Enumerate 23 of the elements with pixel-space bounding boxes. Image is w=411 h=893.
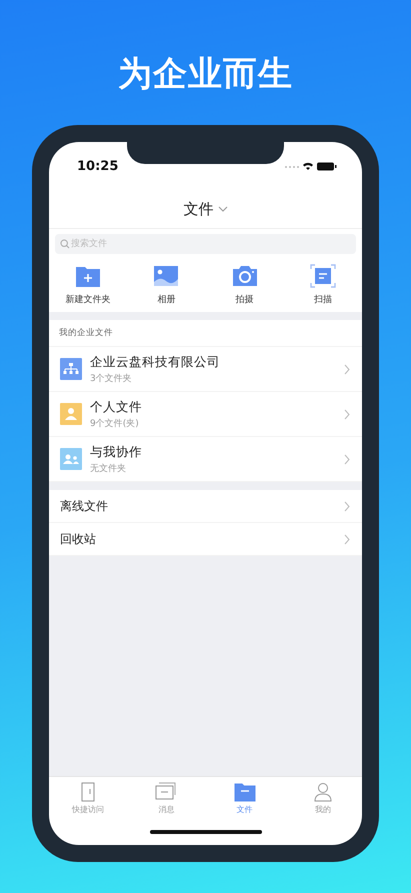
- status-icons: [284, 160, 338, 172]
- chevron-down-icon: [218, 206, 228, 212]
- chevron-right-icon: [344, 408, 350, 420]
- person-icon: [312, 782, 334, 802]
- action-button[interactable]: 相册: [131, 264, 202, 306]
- headline: 为企业而生: [118, 53, 293, 96]
- action-button[interactable]: 扫描: [288, 264, 358, 306]
- message-icon: [155, 782, 178, 802]
- folder-plus-icon: [75, 264, 102, 288]
- folder-icon: [234, 782, 256, 802]
- image-icon: [153, 264, 180, 288]
- camera-icon: [232, 264, 258, 288]
- chevron-right-icon: [344, 364, 350, 374]
- status-time: 10:25: [77, 158, 118, 174]
- chevron-right-icon: [344, 534, 350, 544]
- search-icon: [60, 239, 70, 249]
- chevron-right-icon: [344, 500, 350, 512]
- title-dropdown[interactable]: 文件: [178, 198, 234, 220]
- search-field[interactable]: 搜索文件: [55, 234, 356, 254]
- action-button[interactable]: 新建文件夹: [53, 264, 124, 306]
- chevron-right-icon: [344, 454, 350, 464]
- scan-icon: [310, 264, 336, 288]
- action-button[interactable]: 拍摄: [210, 264, 280, 306]
